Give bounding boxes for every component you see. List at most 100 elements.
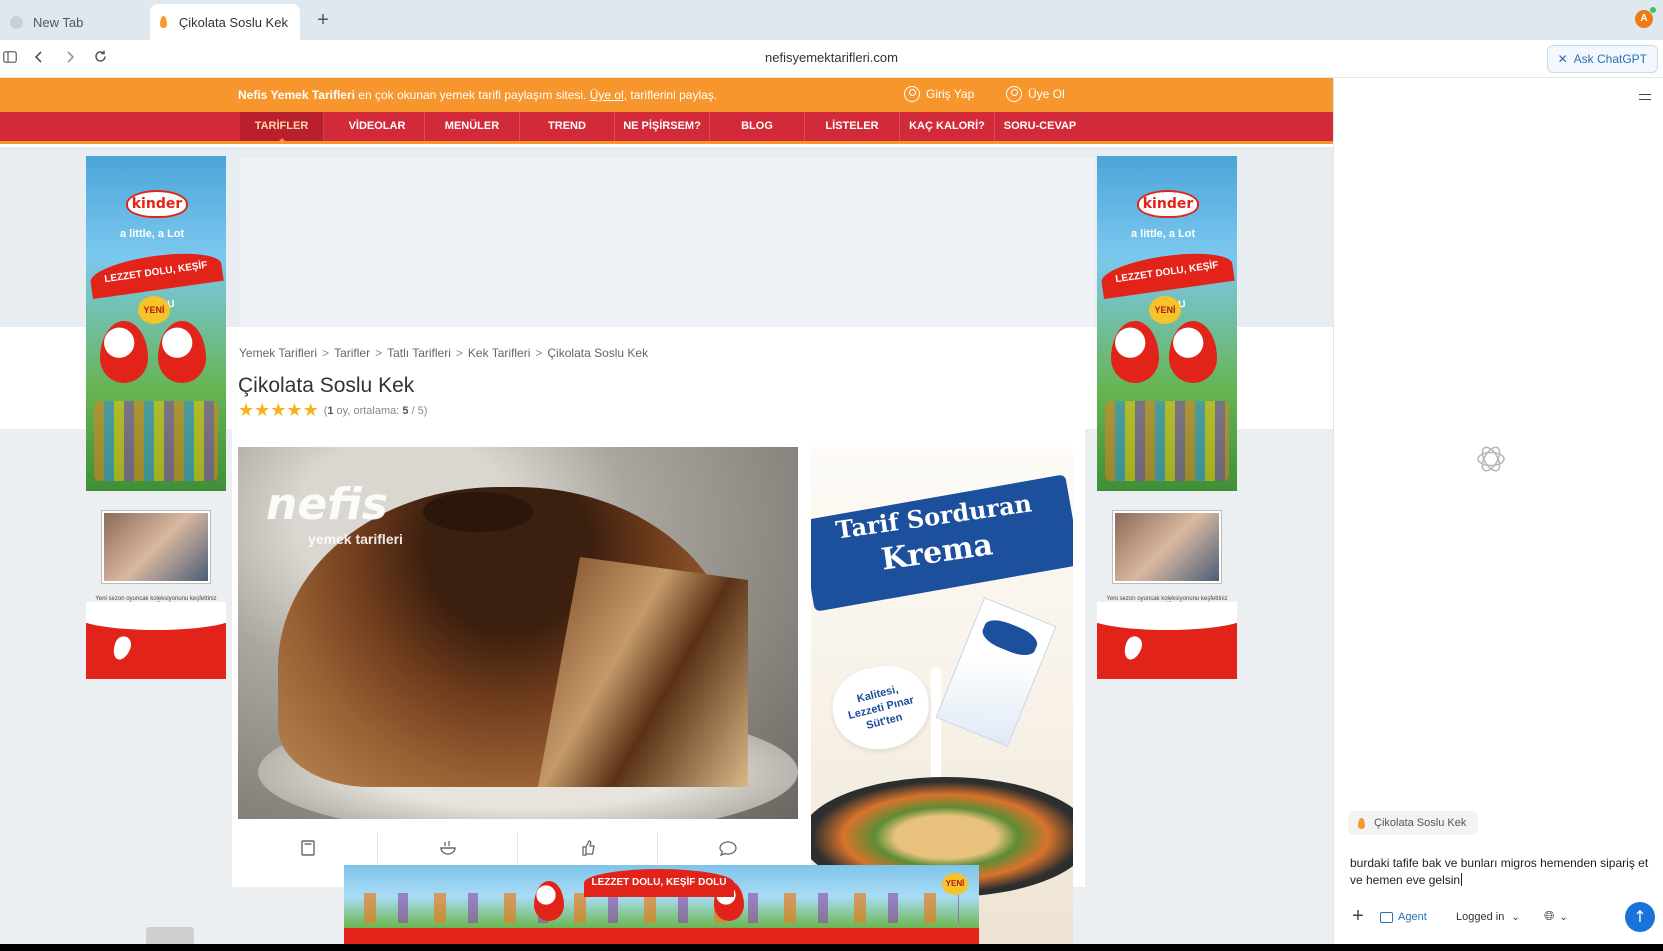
star-icon: ★ [302, 400, 319, 421]
login-label: Giriş Yap [926, 87, 975, 101]
page-title: Çikolata Soslu Kek [238, 374, 415, 397]
rating-max: / 5) [408, 405, 428, 417]
openai-logo-icon [1474, 442, 1508, 476]
nav-blog[interactable]: BLOG [710, 112, 805, 141]
user-add-icon [1006, 86, 1022, 102]
cake-center [423, 492, 533, 532]
close-icon: ✕ [1557, 52, 1568, 66]
back-icon[interactable] [29, 49, 49, 69]
new-tab-favicon-icon [10, 15, 23, 29]
new-badge: YENİ [138, 296, 170, 324]
site-top-bar: Nefis Yemek Tarifleri en çok okunan yeme… [0, 78, 1333, 112]
recipe-rating[interactable]: ★ ★ ★ ★ ★ (1 oy, ortalama: 5 / 5) [238, 402, 427, 420]
horizontal-scrollbar[interactable] [146, 927, 194, 944]
breadcrumb-link[interactable]: Tarifler [334, 346, 370, 360]
toys-strip [364, 893, 959, 923]
recipe-hero-image[interactable]: nefis yemek tarifleri [238, 447, 798, 819]
breadcrumb-link[interactable]: Kek Tarifleri [468, 346, 530, 360]
like-icon[interactable] [518, 833, 658, 863]
kinder-bottom-ad[interactable]: LEZZET DOLU, KEŞİF DOLU YENİ [344, 865, 979, 944]
nefis-watermark: nefis [266, 479, 388, 530]
agent-mode-button[interactable]: Agent [1380, 907, 1427, 927]
chevron-down-icon: ⌄ [1511, 912, 1520, 923]
nav-videolar[interactable]: VİDEOLAR [330, 112, 425, 141]
nav-soru-cevap[interactable]: SORU-CEVAP [995, 112, 1085, 141]
cream-carton [935, 597, 1057, 747]
kinder-tagline: a little, a Lot [1131, 228, 1196, 240]
context-chip-label: Çikolata Soslu Kek [1374, 817, 1467, 829]
signup-link[interactable]: Üye ol, [590, 88, 627, 102]
globe-select[interactable]: 🌐︎ ⌄ [1544, 907, 1568, 927]
tab-title: Çikolata Soslu Kek - N [178, 14, 290, 30]
rating-label: oy, ortalama: [333, 405, 403, 417]
toys-image [94, 401, 218, 481]
ask-chatgpt-button[interactable]: ✕ Ask ChatGPT [1546, 45, 1658, 73]
login-state-select[interactable]: Logged in ⌄ [1456, 907, 1520, 927]
nav-tarifler[interactable]: TARİFLER [240, 112, 324, 144]
top-ad-slot [240, 158, 1095, 328]
agent-icon [1380, 911, 1393, 923]
flame-favicon-icon [1358, 817, 1365, 829]
address-bar[interactable]: nefisyemektarifleri.com [0, 50, 1663, 65]
page-context-chip[interactable]: Çikolata Soslu Kek [1348, 811, 1479, 835]
new-badge: YENİ [1149, 296, 1181, 324]
text-caret [1461, 873, 1463, 886]
save-icon[interactable] [238, 833, 378, 863]
send-button[interactable]: ↑ [1625, 902, 1655, 932]
kinder-tagline: a little, a Lot [120, 228, 185, 240]
add-attachment-button[interactable]: + [1348, 906, 1368, 927]
chat-input-text: burdaki tafife bak ve bunları migros hem… [1350, 856, 1649, 887]
reload-icon[interactable] [90, 49, 110, 69]
login-link[interactable]: Giriş Yap [904, 86, 974, 102]
new-tab-button[interactable]: + [312, 8, 334, 32]
profile-avatar[interactable]: A [1635, 7, 1656, 28]
announcement-text: en çok okunan yemek tarifi paylaşım site… [354, 88, 590, 102]
comment-icon[interactable] [658, 833, 798, 863]
nefis-watermark-sub: yemek tarifleri [308, 531, 403, 547]
chatgpt-side-panel: Çikolata Soslu Kek burdaki tafife bak ve… [1333, 78, 1663, 944]
sidebar-toggle-icon[interactable] [0, 49, 20, 69]
tab-new-tab[interactable]: New Tab [0, 4, 148, 40]
chevron-down-icon: ⌄ [1559, 912, 1568, 923]
browser-toolbar: nefisyemektarifleri.com ✕ Ask ChatGPT [0, 40, 1663, 78]
chat-input[interactable]: burdaki tafife bak ve bunları migros hem… [1350, 855, 1650, 889]
register-label: Üye Ol [1028, 87, 1065, 101]
kinder-ad-left[interactable]: kinder a little, a Lot LEZZET DOLU, KEŞİ… [86, 156, 226, 679]
family-photo [1112, 510, 1222, 584]
main-nav: TARİFLER VİDEOLAR MENÜLER TREND NE PİŞİR… [0, 112, 1333, 144]
star-icon: ★ [254, 400, 271, 421]
nav-kac-kalori[interactable]: KAÇ KALORİ? [900, 112, 995, 141]
flame-favicon-icon [160, 16, 167, 28]
tab-recipe[interactable]: Çikolata Soslu Kek - N [150, 4, 300, 40]
web-page: Nefis Yemek Tarifleri en çok okunan yeme… [0, 78, 1333, 944]
star-icon: ★ [238, 400, 255, 421]
register-link[interactable]: Üye Ol [1006, 86, 1065, 102]
panel-menu-icon[interactable] [1639, 94, 1651, 100]
ask-chatgpt-label: Ask ChatGPT [1573, 52, 1647, 66]
nav-menuler[interactable]: MENÜLER [425, 112, 520, 141]
site-announcement: Nefis Yemek Tarifleri en çok okunan yeme… [238, 88, 717, 102]
arrow-up-icon: ↑ [1633, 907, 1647, 926]
family-photo [101, 510, 211, 584]
kinder-milk-splash [86, 602, 226, 679]
user-icon [904, 86, 920, 102]
breadcrumb-link[interactable]: Yemek Tarifleri [239, 346, 317, 360]
star-icon: ★ [286, 400, 303, 421]
kinder-logo: kinder [126, 190, 188, 218]
site-brand: Nefis Yemek Tarifleri [238, 88, 355, 102]
toys-image [1105, 401, 1229, 481]
tab-title: New Tab [33, 14, 84, 30]
breadcrumb: Yemek Tarifleri > Tarifler > Tatlı Tarifleri… [239, 346, 649, 360]
breadcrumb-link[interactable]: Tatlı Tarifleri [387, 346, 451, 360]
star-icon: ★ [270, 400, 287, 421]
globe-icon: 🌐︎ [1544, 909, 1555, 924]
kinder-ad-right[interactable]: kinder a little, a Lot LEZZET DOLU, KEŞİ… [1097, 156, 1237, 679]
nav-ne-pisirsem[interactable]: NE PİŞİRSEM? [615, 112, 710, 141]
cooked-icon[interactable] [378, 833, 518, 863]
nav-listeler[interactable]: LİSTELER [805, 112, 900, 141]
forward-icon[interactable] [60, 49, 80, 69]
announcement-text-end: tariflerini paylaş. [627, 88, 718, 102]
rating-text: (1 oy, ortalama: 5 / 5) [323, 405, 428, 417]
nav-trend[interactable]: TREND [520, 112, 615, 141]
login-state-label: Logged in [1456, 911, 1505, 923]
